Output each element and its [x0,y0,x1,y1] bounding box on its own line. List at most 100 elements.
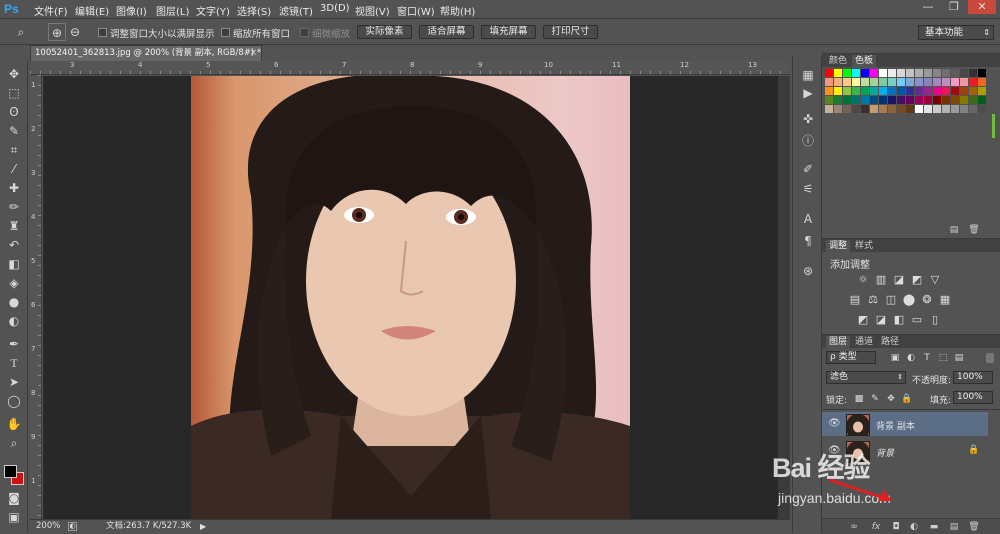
status-info-icon[interactable]: ◐ [68,522,77,531]
color-swatch[interactable] [852,87,860,95]
close-tab-icon[interactable]: × [249,46,257,61]
brush-tool-icon[interactable]: ✏ [4,199,24,216]
layer-filter-select[interactable]: ρ 类型 [826,351,876,364]
color-swatch[interactable] [870,96,878,104]
color-swatch[interactable] [861,78,869,86]
color-swatch[interactable] [978,69,986,77]
swatch-scrollbar[interactable] [992,114,995,138]
tab-channels[interactable]: 通道 [852,336,876,348]
tab-adjustments[interactable]: 调整 [826,240,851,252]
print-size-button[interactable]: 打印尺寸 [543,25,598,39]
zoom-tool-icon[interactable]: ⌕ [4,435,24,452]
color-swatch[interactable] [834,105,842,113]
color-swatch[interactable] [906,105,914,113]
minimize-button[interactable]: — [914,0,942,14]
restore-button[interactable]: ❐ [940,0,968,14]
screen-mode-icon[interactable]: ▣ [4,509,24,526]
color-swatch[interactable] [843,87,851,95]
color-swatch[interactable] [825,87,833,95]
menu-window[interactable]: 窗口(W) [397,3,435,18]
filter-adjust-icon[interactable]: ◐ [904,352,918,364]
menu-file[interactable]: 文件(F) [34,3,68,18]
zoom-tool-icon[interactable]: ⌕ [12,23,30,41]
lasso-tool-icon[interactable]: ʘ [4,104,24,121]
hue-saturation-icon[interactable]: ▤ [848,294,862,306]
color-swatch[interactable] [825,78,833,86]
color-swatch[interactable] [843,78,851,86]
menu-layer[interactable]: 图层(L) [156,3,189,18]
color-swatch[interactable] [960,69,968,77]
color-swatch[interactable] [888,78,896,86]
curves-icon[interactable]: ◪ [892,274,906,286]
filter-toggle[interactable] [986,353,994,363]
workspace-select[interactable]: 基本功能 ⇕ [918,25,994,40]
tab-color[interactable]: 颜色 [826,55,850,67]
color-swatch[interactable] [852,78,860,86]
exposure-icon[interactable]: ◩ [910,274,924,286]
threshold-icon[interactable]: ◧ [892,314,906,326]
ruler-vertical[interactable]: 1 2 3 4 5 6 7 8 9 1 [30,75,42,519]
color-swatch[interactable] [897,78,905,86]
color-swatch[interactable] [960,78,968,86]
color-swatch[interactable] [978,87,986,95]
color-swatch[interactable] [978,96,986,104]
color-swatch[interactable] [924,96,932,104]
color-swatch[interactable] [888,87,896,95]
color-swatch[interactable] [942,78,950,86]
brush-preset-icon[interactable]: ✜ [798,110,818,128]
foreground-color-front[interactable] [4,465,17,478]
lock-pixels-icon[interactable]: ✎ [868,393,882,405]
channel-mixer-icon[interactable]: ❂ [920,294,934,306]
healing-brush-tool-icon[interactable]: ✚ [4,180,24,197]
color-swatch[interactable] [978,105,986,113]
color-swatch[interactable] [843,69,851,77]
color-swatch[interactable] [825,96,833,104]
kuler-panel-icon[interactable]: ⊛ [798,262,818,280]
color-swatch[interactable] [870,69,878,77]
history-brush-tool-icon[interactable]: ↶ [4,237,24,254]
path-select-tool-icon[interactable]: ➤ [4,374,24,391]
color-swatch[interactable] [924,87,932,95]
new-layer-icon[interactable]: ▤ [948,521,960,533]
brush-panel-icon[interactable]: ✐ [798,160,818,178]
color-swatch[interactable] [951,87,959,95]
eraser-tool-icon[interactable]: ◧ [4,256,24,273]
color-balance-icon[interactable]: ⚖ [866,294,880,306]
menu-edit[interactable]: 编辑(E) [75,3,109,18]
visibility-eye-icon[interactable]: 👁 [828,418,841,429]
color-swatch[interactable] [888,96,896,104]
actions-panel-icon[interactable]: ▶ [798,84,818,102]
menu-select[interactable]: 选择(S) [237,3,271,18]
properties-panel-icon[interactable]: ⚟ [798,180,818,198]
hand-tool-icon[interactable]: ✋ [4,416,24,433]
color-swatch[interactable] [879,69,887,77]
tab-styles[interactable]: 样式 [852,240,876,252]
menu-view[interactable]: 视图(V) [355,3,390,18]
color-swatch[interactable] [978,78,986,86]
marquee-tool-icon[interactable]: ⬚ [4,85,24,102]
delete-layer-icon[interactable]: 🗑 [968,521,980,533]
color-swatch[interactable] [834,87,842,95]
resize-windows-checkbox[interactable] [98,28,107,37]
color-swatch[interactable] [879,78,887,86]
color-swatch[interactable] [924,78,932,86]
color-swatch[interactable] [897,69,905,77]
filter-smart-icon[interactable]: ▤ [952,352,966,364]
color-swatch[interactable] [834,78,842,86]
color-swatch[interactable] [942,69,950,77]
color-swatch[interactable] [933,96,941,104]
close-button[interactable]: ✕ [968,0,996,14]
photo-filter-icon[interactable]: ⬤ [902,294,916,306]
invert-icon[interactable]: ◩ [856,314,870,326]
color-swatch[interactable] [843,96,851,104]
quick-select-tool-icon[interactable]: ✎ [4,123,24,140]
color-swatch[interactable] [960,105,968,113]
color-swatch[interactable] [897,96,905,104]
paint-bucket-tool-icon[interactable]: ◈ [4,275,24,292]
color-swatch[interactable] [942,96,950,104]
color-swatch[interactable] [951,78,959,86]
black-white-icon[interactable]: ◫ [884,294,898,306]
color-swatch[interactable] [870,105,878,113]
color-swatch[interactable] [942,105,950,113]
status-menu-arrow-icon[interactable]: ▶ [200,520,206,533]
